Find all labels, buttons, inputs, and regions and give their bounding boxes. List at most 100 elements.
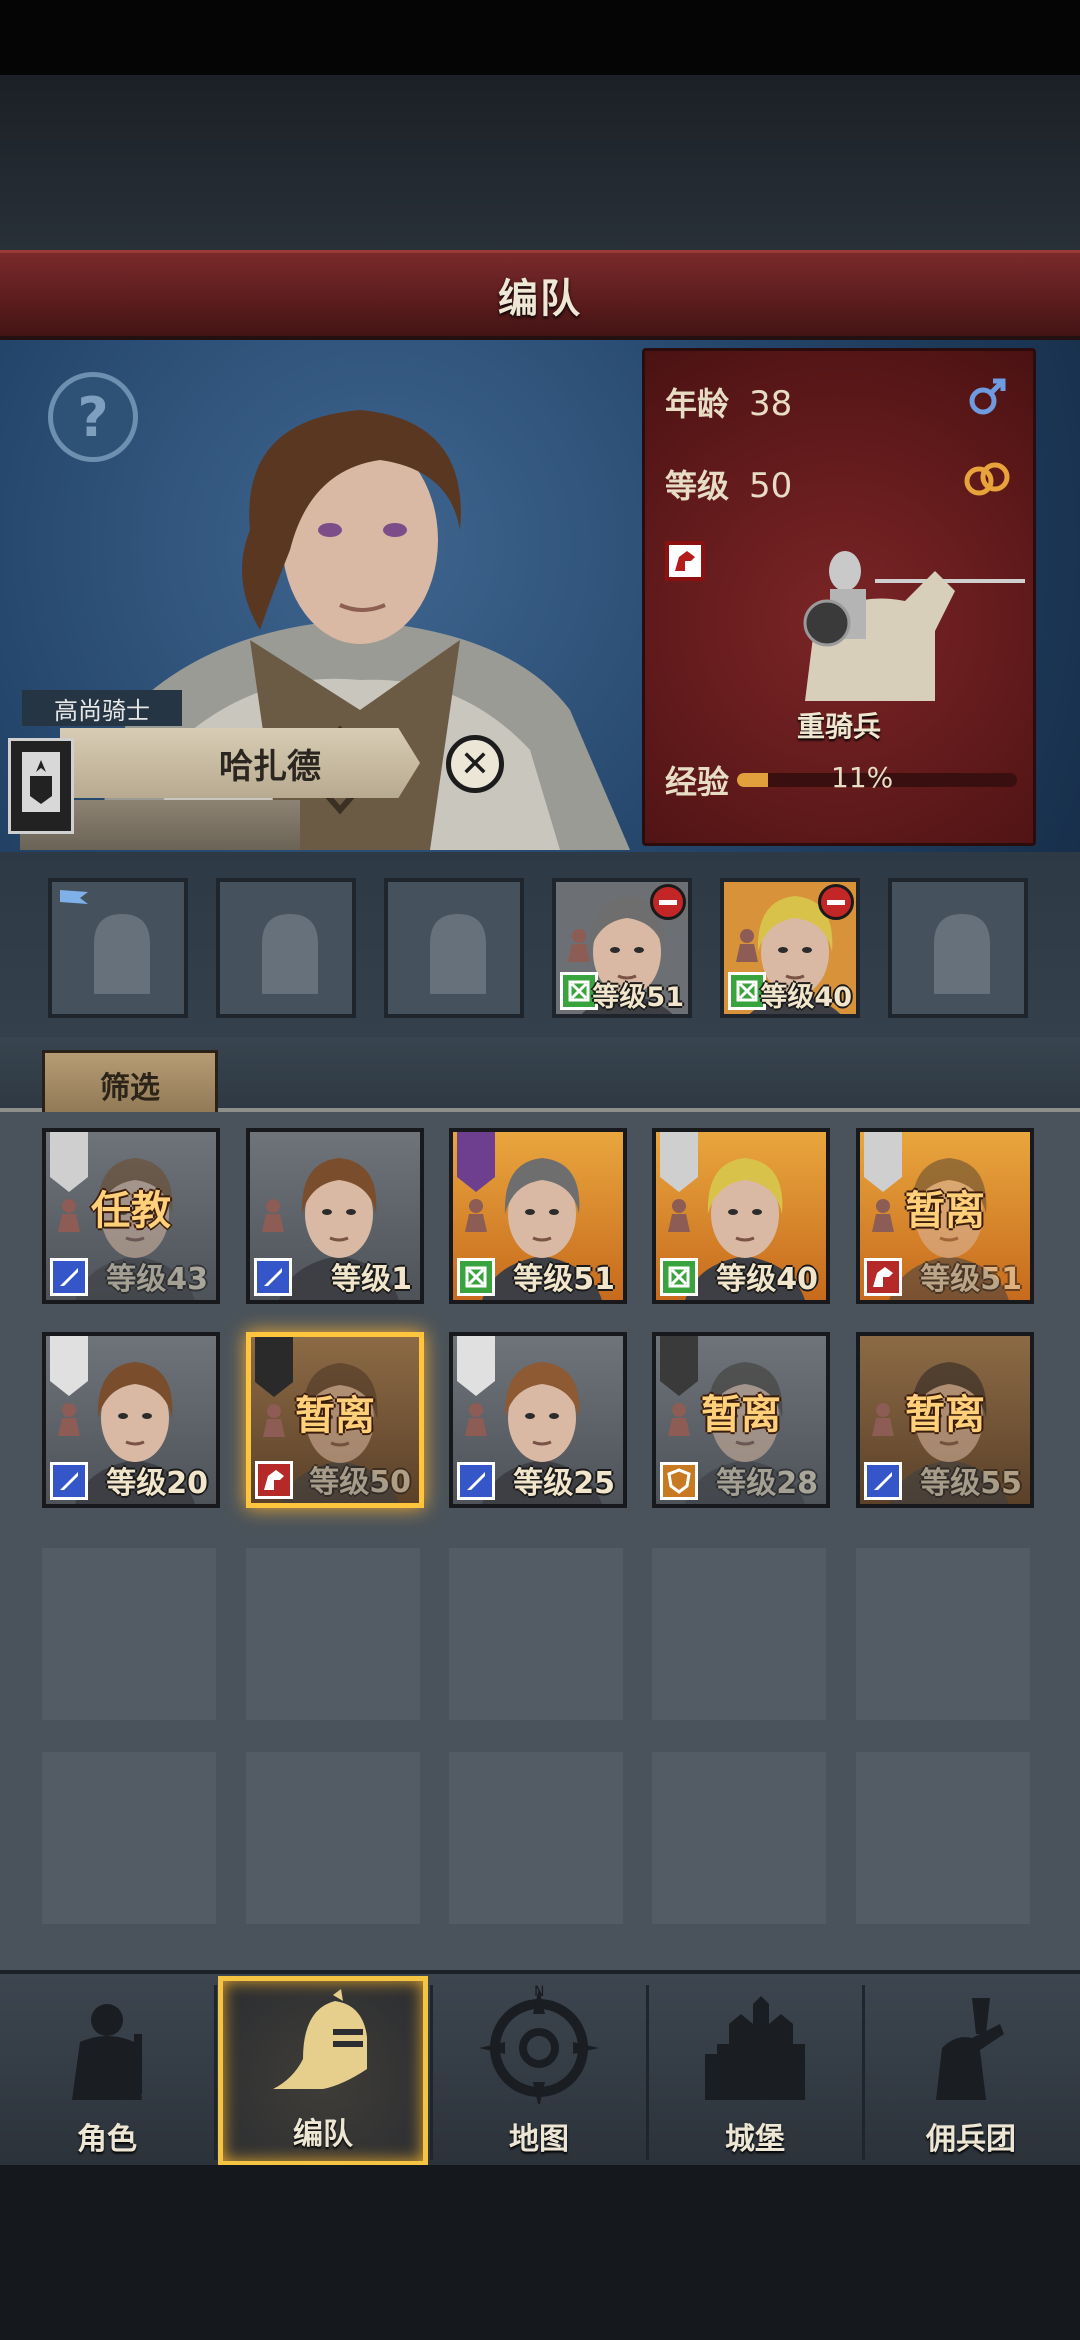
- hero-name: 哈扎德: [219, 746, 321, 787]
- cavalry-type-icon: [665, 541, 705, 581]
- empty-roster-cell: [652, 1548, 826, 1720]
- empty-roster-cell: [42, 1548, 216, 1720]
- hero-status-label: 暂离: [295, 1393, 375, 1439]
- page-title: 编队: [498, 275, 582, 322]
- knight-icon: [52, 1994, 162, 2114]
- remove-hero-button[interactable]: ✕: [446, 735, 504, 793]
- hero-status-label: 暂离: [905, 1392, 985, 1438]
- exp-label: 经验: [665, 763, 730, 801]
- nav-tab[interactable]: N 地图: [434, 1976, 644, 2166]
- hero-stats-card: 年龄 38 等级 50 重骑兵 经验 11%: [642, 348, 1036, 846]
- remove-from-squad-button[interactable]: [650, 884, 686, 920]
- top-backdrop: [0, 75, 1080, 250]
- roster-card[interactable]: 暂离 等级51: [856, 1128, 1034, 1304]
- close-icon: ✕: [459, 743, 491, 785]
- pawn-icon: [58, 1403, 80, 1436]
- nav-label: 编队: [293, 2117, 353, 2152]
- squad-slot[interactable]: 等级40: [720, 878, 860, 1018]
- pawn-icon: [465, 1199, 487, 1232]
- roster-card[interactable]: 等级51: [449, 1128, 627, 1304]
- empty-slot-helmet-icon: [94, 914, 150, 994]
- empty-slot-helmet-icon: [430, 914, 486, 994]
- age-row: 年龄 38: [665, 379, 792, 425]
- cavalry-role-icon: [255, 1461, 293, 1499]
- empty-slot-helmet-icon: [934, 914, 990, 994]
- hero-status-label: 暂离: [905, 1188, 985, 1234]
- hero-level: 等级50: [309, 1465, 411, 1500]
- bottom-backdrop: [0, 2165, 1080, 2340]
- minus-icon: [827, 899, 845, 905]
- status-bar: [0, 0, 1080, 75]
- hero-status-label: 暂离: [701, 1392, 781, 1438]
- nav-label: 城堡: [725, 2122, 785, 2157]
- slot-level: 等级51: [592, 982, 684, 1013]
- roster-card[interactable]: 暂离等级50: [246, 1332, 424, 1508]
- helmet-icon: [263, 1989, 383, 2109]
- filter-button[interactable]: 筛选: [42, 1050, 218, 1120]
- roster-card[interactable]: 等级1: [246, 1128, 424, 1304]
- empty-roster-cell: [652, 1752, 826, 1924]
- nav-divider: [430, 1985, 433, 2160]
- shield-cross-role-icon: [457, 1258, 495, 1296]
- nav-divider: [646, 1985, 649, 2160]
- hero-level: 等级1: [331, 1262, 412, 1297]
- age-value: 38: [749, 384, 793, 424]
- nav-tab[interactable]: 角色: [2, 1976, 212, 2166]
- sword-role-icon: [457, 1462, 495, 1500]
- squad-slot[interactable]: [888, 878, 1028, 1018]
- nav-tab[interactable]: 城堡: [650, 1976, 860, 2166]
- pawn-icon: [262, 1199, 284, 1232]
- empty-roster-cell: [856, 1548, 1030, 1720]
- level-row: 等级 50: [665, 461, 792, 507]
- roster-card[interactable]: 等级20: [42, 1332, 220, 1508]
- hero-level: 等级51: [513, 1262, 615, 1297]
- hero-class-label: 高尚骑士: [22, 690, 182, 726]
- roster-card[interactable]: 暂离等级55: [856, 1332, 1034, 1508]
- shield-cross-role-icon: [660, 1258, 698, 1296]
- hero-level: 等级20: [106, 1466, 208, 1501]
- nav-divider: [214, 1985, 217, 2160]
- pawn-icon: [568, 929, 590, 962]
- squad-slot[interactable]: [216, 878, 356, 1018]
- pawn-icon: [668, 1199, 690, 1232]
- hero-level: 等级25: [513, 1466, 615, 1501]
- nav-label: 角色: [77, 2122, 137, 2157]
- empty-roster-cell: [856, 1752, 1030, 1924]
- knight-order-emblem-icon: [8, 738, 74, 834]
- heavy-cavalry-figure: [803, 551, 1025, 701]
- cavalry-role-icon: [864, 1258, 902, 1296]
- squad-slot[interactable]: [384, 878, 524, 1018]
- sword-role-icon: [50, 1258, 88, 1296]
- nav-tab[interactable]: 编队: [218, 1976, 428, 2166]
- hero-status-label: 任教: [91, 1188, 171, 1234]
- roster-card[interactable]: 暂离 等级28: [652, 1332, 830, 1508]
- hero-level: 等级55: [920, 1466, 1022, 1501]
- empty-roster-cell: [246, 1548, 420, 1720]
- level-label: 等级: [665, 467, 730, 505]
- squad-slot[interactable]: [48, 878, 188, 1018]
- remove-from-squad-button[interactable]: [818, 884, 854, 920]
- sword-role-icon: [864, 1462, 902, 1500]
- male-icon: [969, 378, 1006, 415]
- title-banner: 编队: [0, 250, 1080, 340]
- leader-flag-icon: [60, 890, 88, 914]
- unit-type-label: 重骑兵: [796, 710, 881, 743]
- roster-card[interactable]: 等级40: [652, 1128, 830, 1304]
- compass-icon: N: [479, 1984, 599, 2114]
- sword-role-icon: [50, 1462, 88, 1500]
- level-value: 50: [749, 466, 793, 506]
- sword-role-icon: [254, 1258, 292, 1296]
- squad-slot[interactable]: 等级51: [552, 878, 692, 1018]
- hero-level: 等级43: [106, 1262, 208, 1297]
- exp-progress-fill: [737, 773, 768, 787]
- pawn-icon: [736, 929, 758, 962]
- roster-card[interactable]: 任教等级43: [42, 1128, 220, 1304]
- pawn-icon: [465, 1403, 487, 1436]
- exp-percent: 11%: [831, 761, 894, 794]
- hero-name-plate[interactable]: 哈扎德: [60, 728, 420, 798]
- nav-tab[interactable]: 佣兵团: [866, 1976, 1076, 2166]
- age-label: 年龄: [665, 385, 730, 423]
- mercenary-icon: [916, 1994, 1026, 2114]
- empty-roster-cell: [42, 1752, 216, 1924]
- roster-card[interactable]: 等级25: [449, 1332, 627, 1508]
